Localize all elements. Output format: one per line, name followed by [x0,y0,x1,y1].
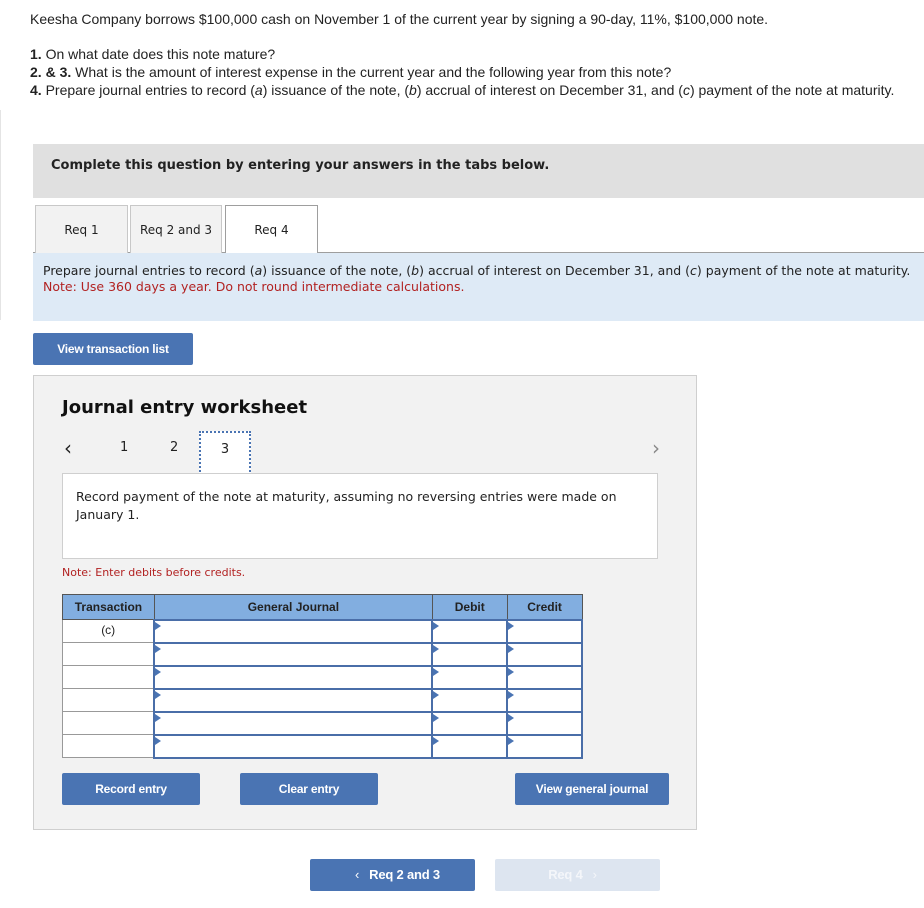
credit-input[interactable] [506,733,583,759]
question-item-text: ) accrual of interest on December 31, an… [416,82,683,98]
general-journal-input[interactable] [153,687,434,713]
requirement-text-part: ) payment of the note at maturity. [696,263,911,278]
transaction-cell [62,688,155,712]
debit-input[interactable] [431,733,509,759]
journal-header-row: Transaction General Journal Debit Credit [62,594,583,620]
part-label: b [409,82,417,98]
debit-input[interactable] [431,641,509,667]
clear-entry-button[interactable]: Clear entry [240,773,378,805]
part-label: c [690,263,697,278]
entry-description: Record payment of the note at maturity, … [62,473,658,559]
chevron-left-icon: ‹ [355,867,360,882]
credit-input[interactable] [506,664,583,690]
debit-input[interactable] [431,664,509,690]
question-item-text: What is the amount of interest expense i… [71,64,672,80]
header-debit: Debit [431,594,508,620]
instruction-text: Complete this question by entering your … [51,158,550,173]
journal-table: Transaction General Journal Debit Credit… [62,594,583,759]
credit-input[interactable] [506,641,583,667]
chevron-right-icon[interactable]: › [652,436,660,460]
worksheet-title: Journal entry worksheet [62,397,308,418]
left-divider [0,110,3,320]
credit-input[interactable] [506,710,583,736]
question-item-number: 4. [30,82,42,98]
worksheet-step-1[interactable]: 1 [120,440,128,455]
question-item-4: 4. Prepare journal entries to record (a)… [30,81,924,99]
transaction-cell [62,642,155,666]
question-item-number: 1. [30,46,42,62]
table-row [62,733,583,759]
debit-input[interactable] [431,618,509,644]
transaction-cell [62,711,155,735]
tab-req-4[interactable]: Req 4 [225,205,318,254]
worksheet-step-2[interactable]: 2 [170,440,178,455]
question-item-text: Prepare journal entries to record ( [41,82,255,98]
question-item-text: ) payment of the note at maturity. [689,82,895,98]
prev-requirement-label: Req 2 and 3 [369,867,440,882]
debits-note: Note: Enter debits before credits. [62,566,246,579]
table-row [62,664,583,690]
question-intro: Keesha Company borrows $100,000 cash on … [30,11,769,27]
header-credit: Credit [506,594,583,620]
header-general-journal: General Journal [153,594,433,620]
general-journal-input[interactable] [153,641,434,667]
tab-req-1[interactable]: Req 1 [35,205,128,253]
credit-input[interactable] [506,618,583,644]
transaction-cell [62,665,155,689]
transaction-cell: (c) [62,619,155,643]
general-journal-input[interactable] [153,618,434,644]
requirement-text: Prepare journal entries to record (a) is… [43,263,914,279]
instruction-bar: Complete this question by entering your … [33,144,924,198]
requirement-text-part: ) accrual of interest on December 31, an… [419,263,691,278]
question-text: Keesha Company borrows $100,000 cash on … [30,10,924,99]
requirement-text-part: Prepare journal entries to record ( [43,263,255,278]
debit-input[interactable] [431,687,509,713]
transaction-cell [62,734,155,758]
requirement-text-part: ) issuance of the note, ( [262,263,412,278]
chevron-left-icon[interactable]: ‹ [64,436,72,460]
chevron-right-icon: › [592,867,597,882]
part-label: c [682,82,690,98]
prev-requirement-button[interactable]: ‹ Req 2 and 3 [310,859,475,891]
general-journal-input[interactable] [153,664,434,690]
table-row [62,710,583,736]
credit-input[interactable] [506,687,583,713]
question-item-text: ) issuance of the note, ( [262,82,410,98]
table-row [62,641,583,667]
header-transaction: Transaction [62,594,155,620]
requirement-panel: Prepare journal entries to record (a) is… [33,253,924,321]
general-journal-input[interactable] [153,733,434,759]
record-entry-button[interactable]: Record entry [62,773,200,805]
table-row: (c) [62,618,583,644]
next-requirement-button[interactable]: Req 4 › [495,859,660,891]
general-journal-input[interactable] [153,710,434,736]
question-item-text: On what date does this note mature? [41,46,276,62]
next-requirement-label: Req 4 [548,867,583,882]
question-item-1: 1. On what date does this note mature? [30,45,924,63]
debit-input[interactable] [431,710,509,736]
requirement-note: Note: Use 360 days a year. Do not round … [43,279,465,294]
part-label: b [411,263,420,278]
requirement-tabs: Req 1 Req 2 and 3 Req 4 [33,205,924,254]
worksheet-step-3[interactable]: 3 [199,431,251,476]
view-transaction-list-button[interactable]: View transaction list [33,333,193,365]
question-item-2-3: 2. & 3. What is the amount of interest e… [30,63,924,81]
journal-entry-worksheet: Journal entry worksheet ‹ 1 2 3 › Record… [33,375,697,830]
part-label: a [254,82,263,98]
tab-req-2-and-3[interactable]: Req 2 and 3 [130,205,222,253]
view-general-journal-button[interactable]: View general journal [515,773,669,805]
question-item-number: 2. & 3. [30,64,72,80]
table-row [62,687,583,713]
